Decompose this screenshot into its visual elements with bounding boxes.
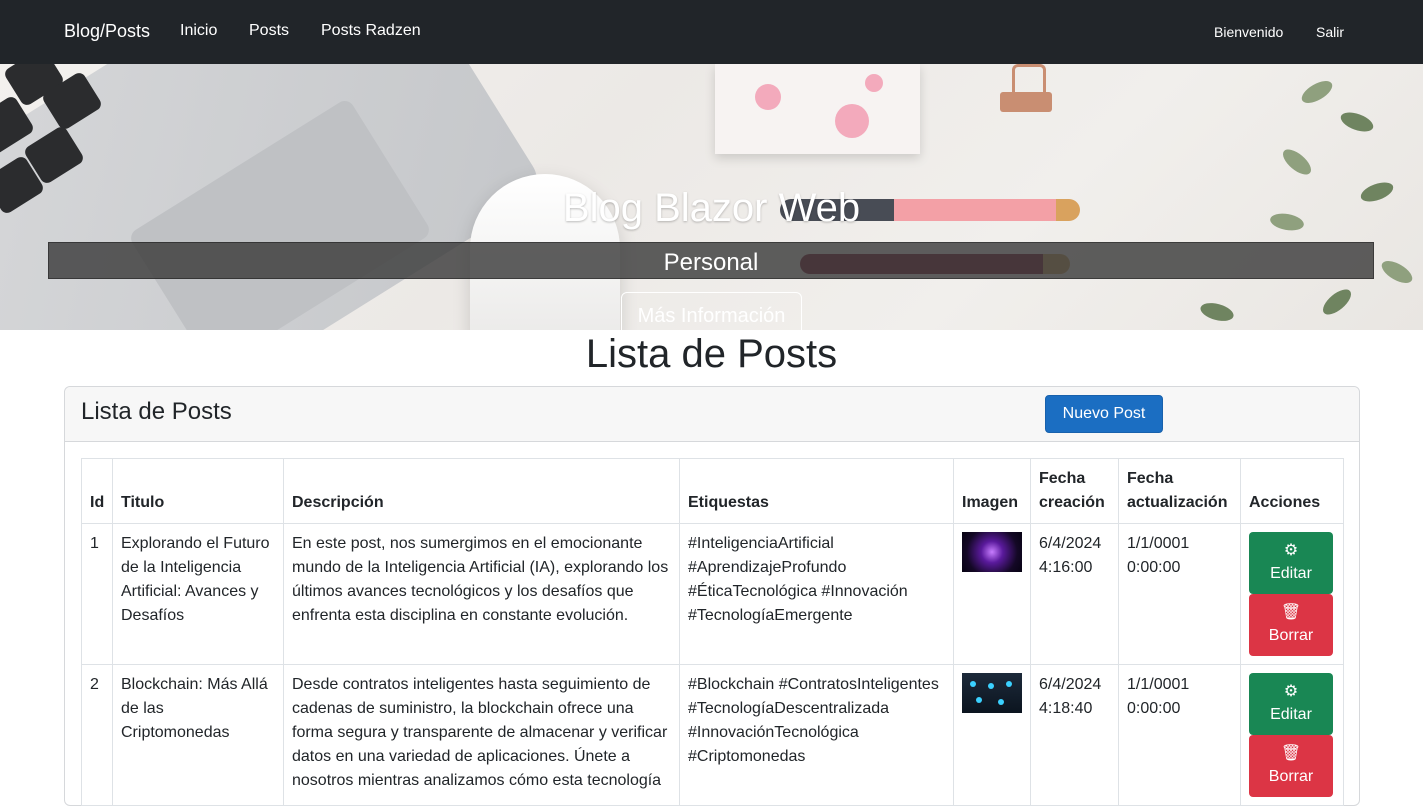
hero-background-leaf xyxy=(1338,108,1376,136)
column-header-imagen: Imagen xyxy=(953,458,1031,524)
hero-subtitle-band: Personal xyxy=(48,242,1374,279)
nav-link-posts[interactable]: Posts xyxy=(249,22,289,40)
column-header-id: Id xyxy=(81,458,113,524)
column-header-fecha-creacion: Fecha creación xyxy=(1030,458,1119,524)
table-row: 2 Blockchain: Más Allá de las Criptomone… xyxy=(81,664,1344,806)
table-row: 1 Explorando el Futuro de la Inteligenci… xyxy=(81,523,1344,665)
cell-acciones: ⚙ Editar 🗑 Borrar xyxy=(1240,664,1344,806)
navbar-brand[interactable]: Blog/Posts xyxy=(64,21,150,42)
post-thumbnail[interactable] xyxy=(962,532,1022,572)
cell-acciones: ⚙ Editar 🗑 Borrar xyxy=(1240,523,1344,665)
cell-id: 1 xyxy=(81,523,113,665)
page-title: Lista de Posts xyxy=(585,332,838,376)
cell-titulo: Explorando el Futuro de la Inteligencia … xyxy=(112,523,284,665)
post-thumbnail[interactable] xyxy=(962,673,1022,713)
hero-background-leaf xyxy=(1278,144,1316,180)
cell-imagen xyxy=(953,664,1031,806)
table-header-row: Id Titulo Descripción Etiquestas Imagen … xyxy=(81,458,1344,524)
posts-card-title: Lista de Posts xyxy=(81,398,232,425)
edit-button[interactable]: ⚙ Editar xyxy=(1249,532,1333,594)
more-info-button[interactable]: Más Información xyxy=(621,292,802,330)
cell-descripcion: Desde contratos inteligentes hasta segui… xyxy=(283,664,680,806)
nav-link-salir[interactable]: Salir xyxy=(1316,24,1344,40)
column-header-etiquetas: Etiquestas xyxy=(679,458,954,524)
trash-icon: 🗑 xyxy=(1280,604,1302,621)
cell-fecha-actualizacion: 1/1/0001 0:00:00 xyxy=(1118,523,1241,665)
cell-etiquetas: #Blockchain #ContratosInteligentes #Tecn… xyxy=(679,664,954,806)
cell-titulo: Blockchain: Más Allá de las Criptomoneda… xyxy=(112,664,284,806)
gear-icon: ⚙ xyxy=(1283,683,1299,700)
cell-fecha-creacion: 6/4/2024 4:16:00 xyxy=(1030,523,1119,665)
posts-card-header: Lista de Posts Nuevo Post xyxy=(65,387,1359,442)
cell-id: 2 xyxy=(81,664,113,806)
delete-button[interactable]: 🗑 Borrar xyxy=(1249,735,1333,797)
column-header-fecha-actualizacion: Fecha actualización xyxy=(1118,458,1241,524)
hero-background-leaf xyxy=(1198,299,1236,325)
cell-fecha-actualizacion: 1/1/0001 0:00:00 xyxy=(1118,664,1241,806)
top-navbar: Blog/Posts Inicio Posts Posts Radzen Bie… xyxy=(0,0,1423,64)
new-post-button[interactable]: Nuevo Post xyxy=(1045,395,1163,433)
trash-icon: 🗑 xyxy=(1280,745,1302,762)
column-header-titulo: Titulo xyxy=(112,458,284,524)
edit-button-label: Editar xyxy=(1270,706,1312,723)
nav-link-inicio[interactable]: Inicio xyxy=(180,22,217,40)
delete-button[interactable]: 🗑 Borrar xyxy=(1249,594,1333,656)
delete-button-label: Borrar xyxy=(1268,627,1314,644)
hero-background-leaf xyxy=(1318,284,1356,320)
posts-table: Id Titulo Descripción Etiquestas Imagen … xyxy=(81,458,1344,806)
cell-fecha-creacion: 6/4/2024 4:18:40 xyxy=(1030,664,1119,806)
gear-icon: ⚙ xyxy=(1283,542,1299,559)
cell-descripcion: En este post, nos sumergimos en el emoci… xyxy=(283,523,680,665)
column-header-acciones: Acciones xyxy=(1240,458,1344,524)
hero-banner: Blog Blazor Web Personal Más Información xyxy=(0,64,1423,330)
hero-title: Blog Blazor Web xyxy=(562,186,861,230)
hero-background-leaf xyxy=(1298,76,1336,108)
hero-background-leaf xyxy=(1378,256,1416,288)
nav-link-posts-radzen[interactable]: Posts Radzen xyxy=(321,22,421,40)
nav-link-bienvenido[interactable]: Bienvenido xyxy=(1214,24,1283,40)
delete-button-label: Borrar xyxy=(1268,768,1314,785)
hero-background-notebook xyxy=(715,64,920,154)
column-header-descripcion: Descripción xyxy=(283,458,680,524)
cell-etiquetas: #InteligenciaArtificial #AprendizajeProf… xyxy=(679,523,954,665)
edit-button-label: Editar xyxy=(1270,565,1312,582)
hero-subtitle: Personal xyxy=(663,249,759,276)
cell-imagen xyxy=(953,523,1031,665)
edit-button[interactable]: ⚙ Editar xyxy=(1249,673,1333,735)
hero-background-clip xyxy=(1000,92,1052,112)
